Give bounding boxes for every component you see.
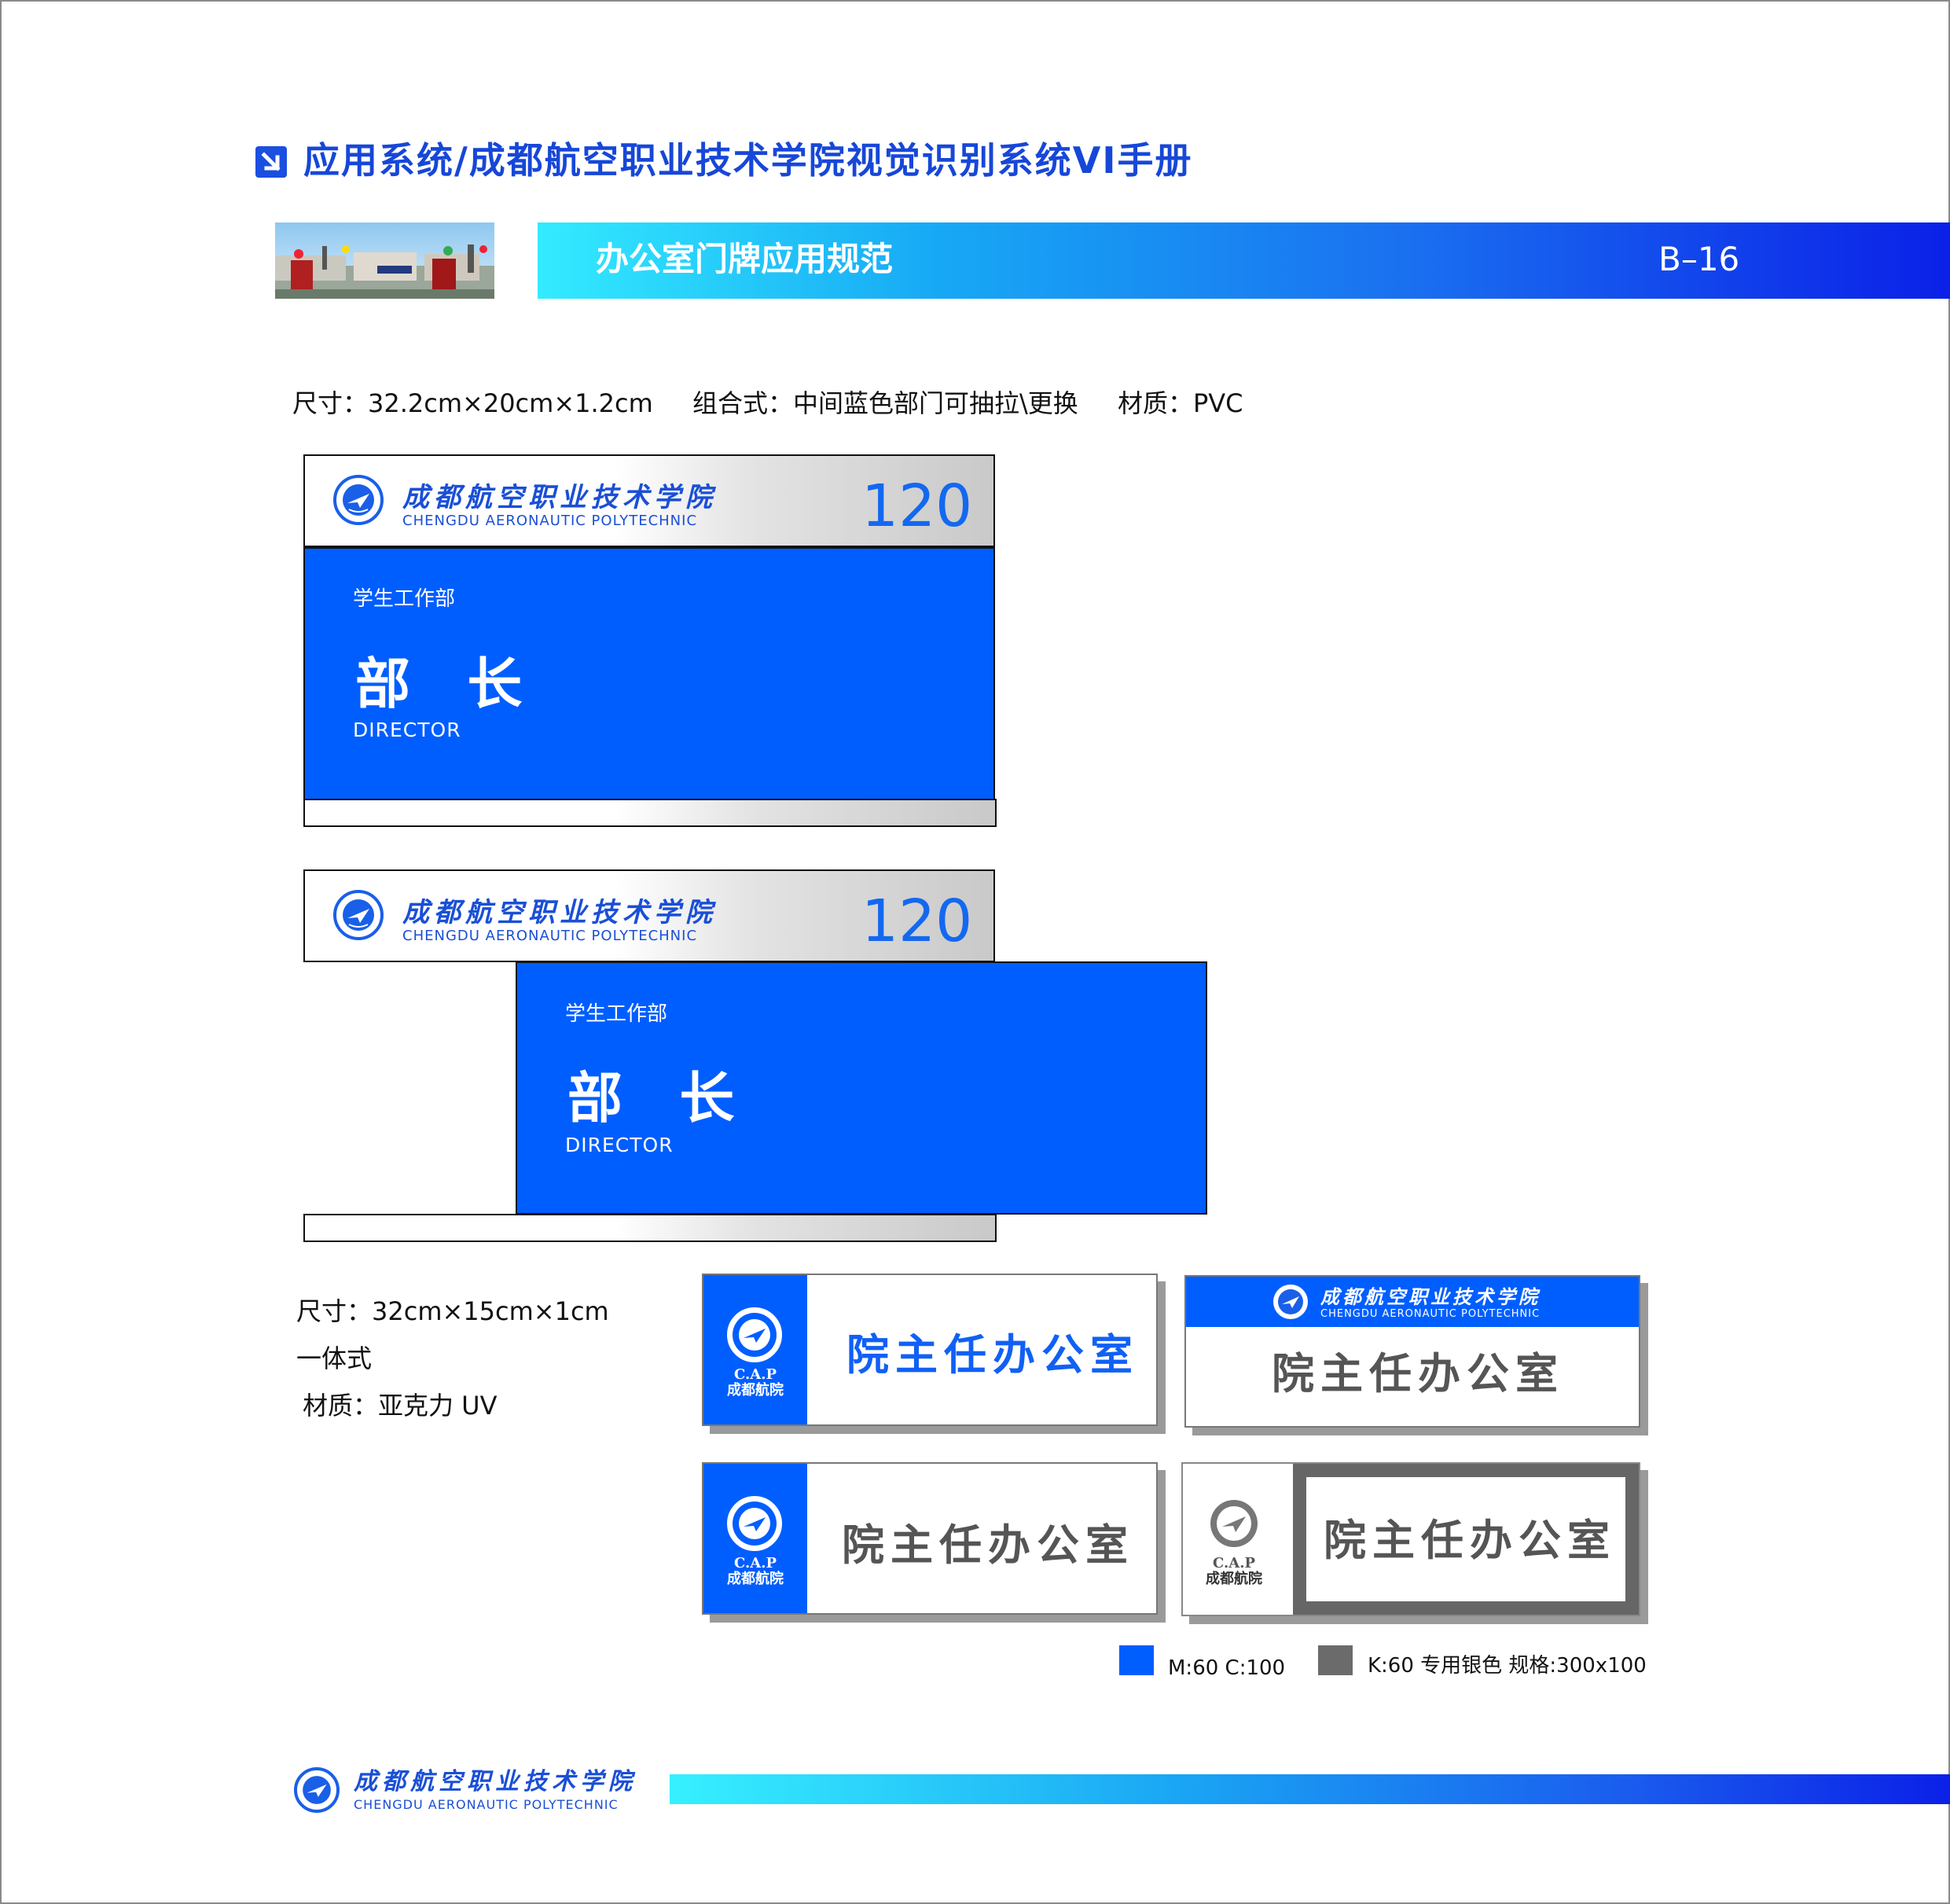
school-name-cn: 成都航空职业技术学院 (1320, 1285, 1541, 1308)
footer-school-name-cn: 成都航空职业技术学院 (354, 1768, 637, 1796)
spec-material-small: 材质：亚克力 UV (303, 1391, 498, 1421)
spec-combo: 组合式：中间蓝色部门可抽拉\更换 (692, 388, 1078, 418)
role-title-cn: 部 长 (355, 652, 542, 716)
cap-label: C.A.P (733, 1555, 777, 1571)
office-name: 院主任办公室 (842, 1520, 1134, 1570)
page-code: B–16 (1658, 240, 1740, 278)
cap-emblem-icon (727, 1307, 782, 1362)
cap-label-cn: 成都航院 (1206, 1571, 1262, 1587)
office-name: 院主任办公室 (1272, 1349, 1564, 1399)
office-name: 院主任办公室 (846, 1330, 1139, 1380)
school-emblem-icon (333, 890, 384, 940)
spec-line-combined: 尺寸：32.2cm×20cm×1.2cm 组合式：中间蓝色部门可抽拉\更换 材质… (292, 386, 1274, 421)
sign1-bottom-plate (303, 799, 997, 827)
color-swatch-blue (1119, 1645, 1154, 1675)
role-title-cn: 部 长 (567, 1066, 754, 1130)
role-title-en: DIRECTOR (353, 719, 461, 741)
room-number: 120 (861, 888, 973, 955)
cap-label-cn: 成都航院 (727, 1382, 784, 1399)
color-swatch-grey (1318, 1645, 1353, 1675)
cap-label: C.A.P (733, 1366, 777, 1383)
cap-label-cn: 成都航院 (727, 1571, 784, 1587)
school-name-en: CHENGDU AERONAUTIC POLYTECHNIC (402, 928, 698, 944)
arrow-down-right-icon (255, 146, 287, 178)
spec-type: 一体式 (296, 1343, 373, 1373)
spec-material: 材质：PVC (1117, 388, 1243, 418)
department-name: 学生工作部 (565, 1002, 668, 1026)
school-name-cn: 成都航空职业技术学院 (402, 482, 717, 513)
school-emblem-icon (294, 1767, 340, 1813)
section-title: 办公室门牌应用规范 (596, 240, 894, 278)
footer-bar (670, 1774, 1950, 1804)
room-number: 120 (861, 472, 973, 540)
spec-size: 尺寸：32.2cm×20cm×1.2cm (292, 388, 653, 418)
school-name-en: CHENGDU AERONAUTIC POLYTECHNIC (1320, 1308, 1541, 1320)
office-name: 院主任办公室 (1324, 1516, 1616, 1565)
legend-grey-label: K:60 专用银色 规格:300x100 (1368, 1654, 1647, 1678)
footer-school-name-en: CHENGDU AERONAUTIC POLYTECHNIC (354, 1797, 619, 1812)
cap-emblem-icon (727, 1496, 782, 1551)
legend-blue-label: M:60 C:100 (1168, 1656, 1286, 1680)
role-title-en: DIRECTOR (565, 1134, 674, 1156)
school-name-en: CHENGDU AERONAUTIC POLYTECHNIC (402, 513, 698, 529)
school-emblem-icon (333, 475, 384, 525)
school-emblem-icon (1273, 1285, 1308, 1319)
campus-photo (275, 222, 494, 299)
school-name-cn: 成都航空职业技术学院 (402, 897, 717, 928)
sign2-bottom-plate (303, 1214, 997, 1242)
spec-size-small: 尺寸：32cm×15cm×1cm (296, 1296, 609, 1326)
department-name: 学生工作部 (353, 587, 456, 611)
manual-title: 应用系统/成都航空职业技术学院视觉识别系统VI手册 (303, 139, 1193, 182)
cap-label: C.A.P (1212, 1555, 1256, 1571)
cap-emblem-icon (1206, 1496, 1261, 1551)
